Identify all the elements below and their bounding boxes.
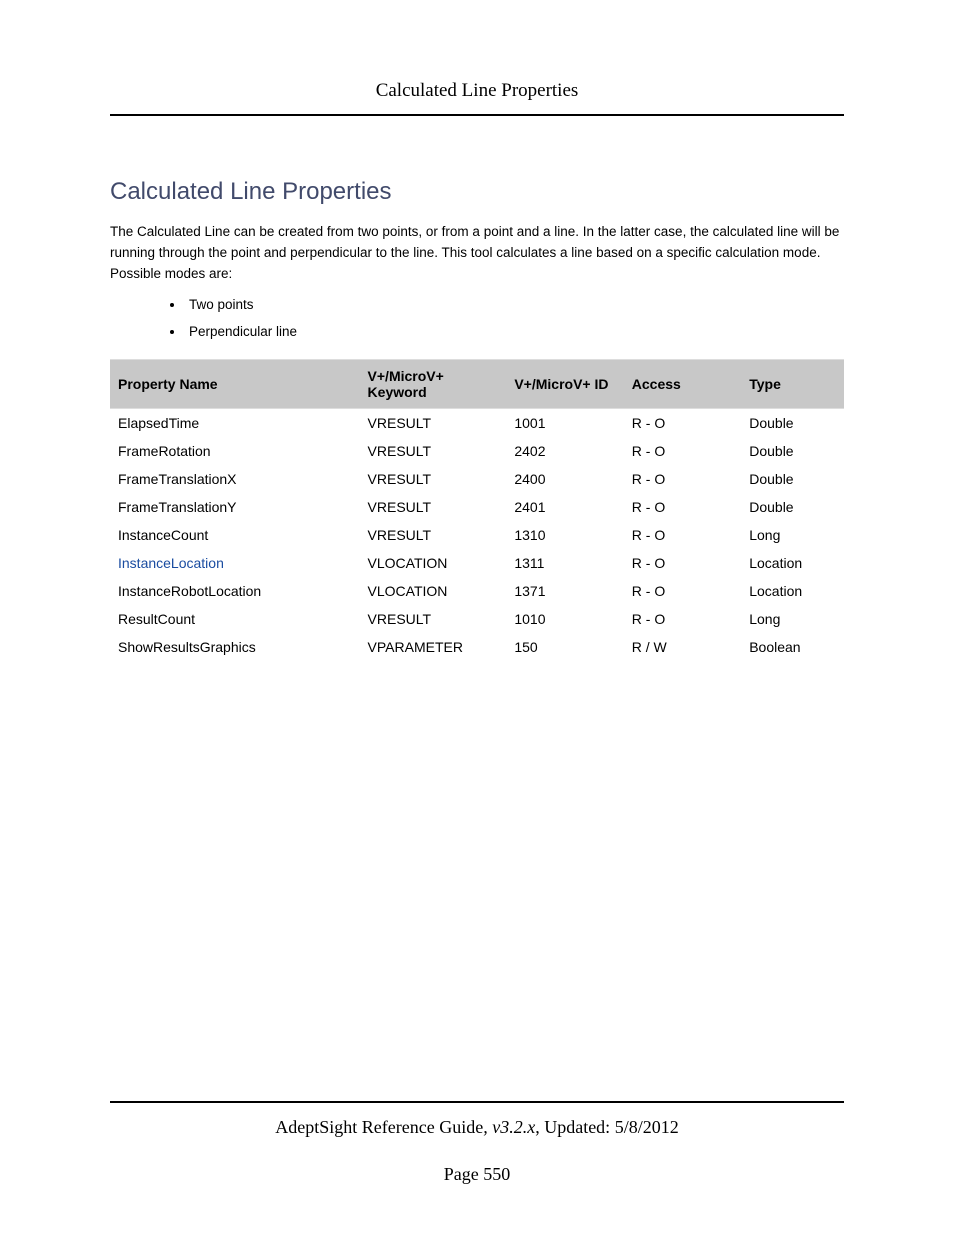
page-footer: AdeptSight Reference Guide, v3.2.x, Upda… [110, 1101, 844, 1185]
cell-property-name: FrameTranslationX [110, 465, 360, 493]
cell-id: 150 [506, 633, 623, 661]
cell-property-name: ResultCount [110, 605, 360, 633]
cell-property-name: FrameTranslationY [110, 493, 360, 521]
page-num-value: 550 [483, 1164, 510, 1184]
cell-type: Location [741, 577, 844, 605]
cell-keyword: VRESULT [360, 493, 507, 521]
cell-property-name: ElapsedTime [110, 408, 360, 437]
cell-access: R - O [624, 605, 741, 633]
table-row: FrameTranslationYVRESULT2401R - ODouble [110, 493, 844, 521]
cell-type: Double [741, 437, 844, 465]
footer-updated-label: , Updated: [535, 1117, 614, 1137]
cell-id: 2402 [506, 437, 623, 465]
cell-keyword: VLOCATION [360, 549, 507, 577]
cell-id: 1310 [506, 521, 623, 549]
col-header-id: V+/MicroV+ ID [506, 359, 623, 408]
cell-keyword: VRESULT [360, 437, 507, 465]
cell-id: 2401 [506, 493, 623, 521]
footer-doc-title: AdeptSight Reference Guide [275, 1117, 483, 1137]
cell-type: Long [741, 521, 844, 549]
modes-list: Two points Perpendicular line [110, 297, 844, 339]
table-row: InstanceLocationVLOCATION1311R - OLocati… [110, 549, 844, 577]
list-item: Two points [185, 297, 844, 312]
section-heading: Calculated Line Properties [110, 178, 844, 206]
cell-type: Double [741, 408, 844, 437]
table-body: ElapsedTimeVRESULT1001R - ODoubleFrameRo… [110, 408, 844, 661]
cell-access: R - O [624, 577, 741, 605]
cell-id: 1371 [506, 577, 623, 605]
cell-keyword: VPARAMETER [360, 633, 507, 661]
table-row: ShowResultsGraphicsVPARAMETER150R / WBoo… [110, 633, 844, 661]
cell-type: Boolean [741, 633, 844, 661]
cell-type: Location [741, 549, 844, 577]
cell-keyword: VRESULT [360, 605, 507, 633]
table-row: ElapsedTimeVRESULT1001R - ODouble [110, 408, 844, 437]
table-row: InstanceCountVRESULT1310R - OLong [110, 521, 844, 549]
page-header-title: Calculated Line Properties [110, 80, 844, 116]
cell-property-name: FrameRotation [110, 437, 360, 465]
table-row: InstanceRobotLocationVLOCATION1371R - OL… [110, 577, 844, 605]
footer-text: AdeptSight Reference Guide, v3.2.x, Upda… [110, 1117, 844, 1138]
col-header-type: Type [741, 359, 844, 408]
cell-type: Long [741, 605, 844, 633]
page-label: Page [444, 1164, 484, 1184]
cell-id: 1010 [506, 605, 623, 633]
cell-access: R - O [624, 408, 741, 437]
page-container: Calculated Line Properties Calculated Li… [0, 0, 954, 1235]
cell-property-name[interactable]: InstanceLocation [110, 549, 360, 577]
table-header-row: Property Name V+/MicroV+ Keyword V+/Micr… [110, 359, 844, 408]
section-intro: The Calculated Line can be created from … [110, 222, 844, 285]
cell-access: R - O [624, 521, 741, 549]
cell-property-name: InstanceRobotLocation [110, 577, 360, 605]
cell-type: Double [741, 465, 844, 493]
cell-type: Double [741, 493, 844, 521]
cell-keyword: VRESULT [360, 465, 507, 493]
page-number: Page 550 [110, 1164, 844, 1185]
col-header-property-name: Property Name [110, 359, 360, 408]
table-row: FrameRotationVRESULT2402R - ODouble [110, 437, 844, 465]
cell-id: 1311 [506, 549, 623, 577]
cell-access: R - O [624, 493, 741, 521]
footer-version: , v3.2.x [483, 1117, 535, 1137]
properties-table: Property Name V+/MicroV+ Keyword V+/Micr… [110, 359, 844, 661]
footer-updated-date: 5/8/2012 [615, 1117, 679, 1137]
cell-id: 1001 [506, 408, 623, 437]
col-header-keyword: V+/MicroV+ Keyword [360, 359, 507, 408]
cell-access: R - O [624, 465, 741, 493]
cell-access: R - O [624, 549, 741, 577]
table-row: ResultCountVRESULT1010R - OLong [110, 605, 844, 633]
cell-access: R - O [624, 437, 741, 465]
cell-id: 2400 [506, 465, 623, 493]
footer-rule [110, 1101, 844, 1103]
cell-keyword: VRESULT [360, 521, 507, 549]
cell-keyword: VRESULT [360, 408, 507, 437]
cell-property-name: InstanceCount [110, 521, 360, 549]
table-row: FrameTranslationXVRESULT2400R - ODouble [110, 465, 844, 493]
list-item: Perpendicular line [185, 324, 844, 339]
cell-keyword: VLOCATION [360, 577, 507, 605]
cell-property-name: ShowResultsGraphics [110, 633, 360, 661]
col-header-access: Access [624, 359, 741, 408]
cell-access: R / W [624, 633, 741, 661]
